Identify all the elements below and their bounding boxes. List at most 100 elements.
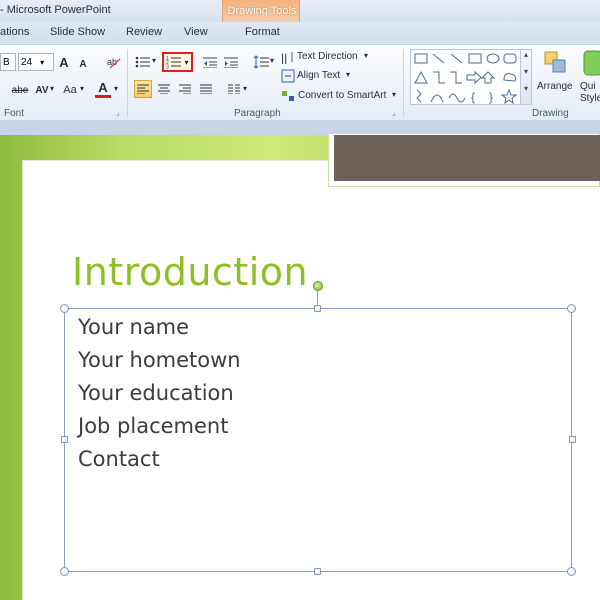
shapes-gallery-glyphs: { } <box>414 53 518 105</box>
resize-handle-top-left[interactable] <box>60 304 69 313</box>
increase-indent-icon[interactable] <box>223 53 239 71</box>
smartart-icon[interactable] <box>280 87 296 105</box>
text-direction-glyph: || <box>281 51 293 64</box>
arrange-glyph <box>544 51 566 73</box>
resize-handle-bottom-right[interactable] <box>567 567 576 576</box>
bullet-item[interactable]: Contact <box>78 445 241 478</box>
quick-styles-glyph <box>583 50 600 76</box>
char-spacing-button[interactable]: AV <box>33 81 51 99</box>
rotation-handle[interactable] <box>313 281 323 291</box>
chevron-down-icon[interactable]: ▾ <box>521 67 531 76</box>
tab-review[interactable]: Review <box>126 26 162 38</box>
group-separator <box>127 49 128 117</box>
dialog-launcher-icon[interactable]: ⌟ <box>116 108 120 117</box>
align-left-icon <box>137 84 149 94</box>
paragraph-group-label: Paragraph <box>234 108 281 119</box>
slide-title[interactable]: Introduction <box>72 250 308 294</box>
font-name-dropdown[interactable]: B <box>0 53 16 71</box>
align-text-icon[interactable] <box>280 67 296 85</box>
context-tab-group-label: Drawing Tools <box>227 5 297 17</box>
font-color-button[interactable]: A <box>95 79 111 98</box>
svg-text:3: 3 <box>166 65 169 70</box>
bullet-list[interactable]: Your name Your hometown Your education J… <box>78 313 241 478</box>
arrange-icon[interactable] <box>541 48 571 78</box>
chevron-down-icon[interactable]: ▾ <box>270 56 274 65</box>
drawing-group-label: Drawing <box>532 108 569 119</box>
resize-handle-bottom[interactable] <box>314 568 321 575</box>
grow-font-button[interactable]: A <box>57 53 71 71</box>
svg-text:}: } <box>489 90 493 104</box>
chevron-down-icon[interactable]: ▾ <box>152 56 156 65</box>
svg-text:{: { <box>471 90 475 104</box>
align-text-glyph <box>281 69 295 83</box>
chevron-down-icon[interactable]: ▾ <box>243 84 247 93</box>
chevron-down-icon[interactable]: ▾ <box>364 51 368 60</box>
strikethrough-button[interactable]: abe <box>10 81 30 99</box>
align-center-glyph <box>158 84 170 94</box>
tab-animations[interactable]: ations <box>0 26 29 38</box>
chevron-up-icon[interactable]: ▴ <box>521 50 531 59</box>
resize-handle-bottom-left[interactable] <box>60 567 69 576</box>
resize-handle-left[interactable] <box>61 436 68 443</box>
align-right-icon[interactable] <box>177 80 193 98</box>
group-separator <box>403 49 404 117</box>
clear-formatting-glyph: ab <box>107 57 121 69</box>
bullet-item[interactable]: Your hometown <box>78 346 241 379</box>
clear-formatting-icon[interactable]: ab <box>104 53 124 71</box>
font-size-dropdown[interactable]: 24 ▾ <box>18 53 54 71</box>
increase-indent-glyph <box>224 57 238 68</box>
bullet-item[interactable]: Job placement <box>78 412 241 445</box>
bullet-item[interactable]: Your name <box>78 313 241 346</box>
quick-styles-button[interactable]: Qui Style <box>580 81 600 105</box>
tab-format[interactable]: Format <box>245 26 280 38</box>
font-group-label: Font <box>4 108 25 119</box>
line-spacing-glyph <box>253 55 269 69</box>
bullets-icon[interactable] <box>134 53 152 71</box>
shrink-font-button[interactable]: A <box>77 55 89 73</box>
resize-handle-top-right[interactable] <box>567 304 576 313</box>
bullet-item[interactable]: Your education <box>78 379 241 412</box>
chevron-down-icon[interactable]: ▾ <box>50 84 54 93</box>
columns-icon[interactable] <box>226 80 242 98</box>
change-case-button[interactable]: Aa <box>60 81 80 99</box>
rotation-stem <box>317 291 318 305</box>
accent-box <box>334 135 600 181</box>
dialog-launcher-icon[interactable]: ⌟ <box>392 108 396 117</box>
chevron-down-icon[interactable]: ▾ <box>114 84 118 93</box>
chevron-down-icon[interactable]: ▾ <box>392 90 396 99</box>
gallery-scroll[interactable]: ▴ ▾ ▾ <box>520 49 532 105</box>
chevron-down-icon: ▾ <box>184 57 189 67</box>
arrange-button[interactable]: Arrange <box>537 81 573 92</box>
align-text-button[interactable]: Align Text <box>297 70 340 81</box>
quick-styles-icon[interactable] <box>582 48 600 78</box>
text-direction-icon[interactable]: || <box>280 48 296 66</box>
font-size-value: 24 <box>21 56 33 68</box>
numbering-icon: 123 <box>166 56 182 70</box>
window-title: - Microsoft PowerPoint <box>0 4 111 16</box>
text-direction-button[interactable]: Text Direction <box>297 51 358 62</box>
justify-icon[interactable] <box>198 80 214 98</box>
chevron-down-icon[interactable]: ▾ <box>80 84 84 93</box>
shapes-gallery[interactable]: { } <box>410 49 522 105</box>
more-icon[interactable]: ▾ <box>521 84 531 93</box>
tab-slide-show[interactable]: Slide Show <box>50 26 105 38</box>
chevron-down-icon: ▾ <box>40 57 45 67</box>
align-center-icon[interactable] <box>156 80 172 98</box>
line-spacing-icon[interactable] <box>252 53 270 71</box>
align-right-glyph <box>179 84 191 94</box>
font-name-value: B <box>3 56 10 68</box>
chevron-down-icon[interactable]: ▾ <box>346 70 350 79</box>
decrease-indent-icon[interactable] <box>202 53 218 71</box>
svg-text:||: || <box>281 51 287 64</box>
bullets-glyph <box>135 56 150 68</box>
convert-smartart-button[interactable]: Convert to SmartArt <box>298 90 386 101</box>
tab-view[interactable]: View <box>184 26 208 38</box>
numbering-button[interactable]: 123 ▾ <box>162 52 193 72</box>
resize-handle-right[interactable] <box>569 436 576 443</box>
ribbon-tabs: ations Slide Show Review View Format <box>0 22 600 44</box>
justify-glyph <box>200 84 212 94</box>
align-left-button[interactable] <box>134 80 152 98</box>
resize-handle-top[interactable] <box>314 305 321 312</box>
decrease-indent-glyph <box>203 57 217 68</box>
columns-glyph <box>228 84 240 94</box>
